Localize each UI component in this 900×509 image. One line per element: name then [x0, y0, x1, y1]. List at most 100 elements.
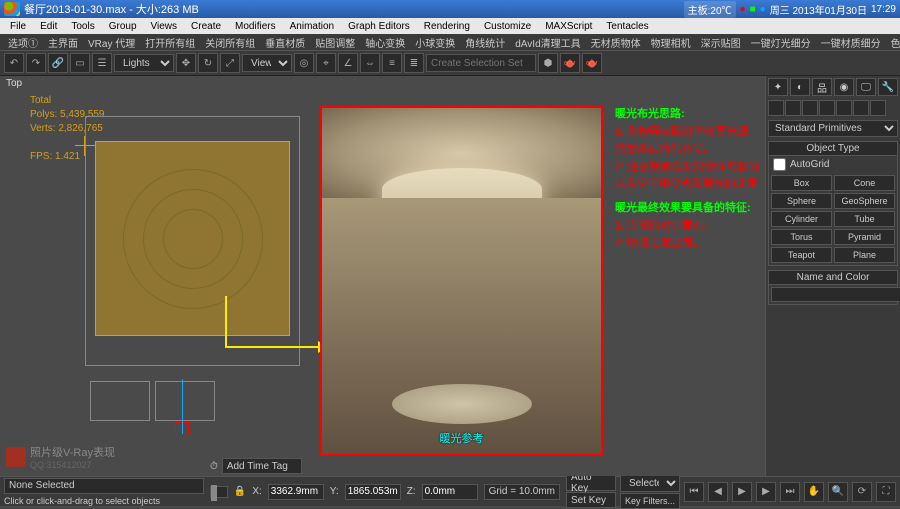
menu-maxscript[interactable]: MAXScript [539, 20, 598, 33]
material-editor-button[interactable]: ⬢ [538, 53, 558, 73]
spacewarps-icon[interactable] [853, 100, 869, 116]
hierarchy-tab[interactable]: 品 [812, 78, 832, 96]
next-frame-button[interactable]: ▶ [756, 482, 776, 502]
modify-tab[interactable]: ◐ [790, 78, 810, 96]
menu-group[interactable]: Group [103, 20, 143, 33]
cn-menu-item[interactable]: 深示贴图 [697, 34, 745, 51]
prev-frame-button[interactable]: ◀ [708, 482, 728, 502]
sphere-button[interactable]: Sphere [771, 193, 832, 209]
cn-menu-item[interactable]: 轴心变换 [361, 34, 409, 51]
cn-menu-item[interactable]: 一键材质细分 [817, 34, 885, 51]
snap-button[interactable]: ⌖ [316, 53, 336, 73]
goto-end-button[interactable]: ⏭ [780, 482, 800, 502]
timeline-slider[interactable] [210, 486, 228, 498]
utilities-tab[interactable]: 🔧 [878, 78, 898, 96]
pivot-button[interactable]: ◎ [294, 53, 314, 73]
select-button[interactable]: ▭ [70, 53, 90, 73]
cn-menu-item[interactable]: 物理相机 [647, 34, 695, 51]
mirror-button[interactable]: ⇔ [360, 53, 380, 73]
object-type-header[interactable]: Object Type [769, 142, 897, 156]
menu-modifiers[interactable]: Modifiers [229, 20, 282, 33]
pyramid-button[interactable]: Pyramid [834, 229, 895, 245]
key-target-dropdown[interactable]: Selected [620, 474, 680, 492]
cn-menu-item[interactable]: VRay 代理 [84, 34, 139, 51]
lock-icon[interactable]: 🔒 [234, 486, 246, 497]
key-filters-button[interactable]: Key Filters... [620, 493, 680, 509]
torus-button[interactable]: Torus [771, 229, 832, 245]
windows-start-button[interactable] [4, 2, 20, 16]
add-time-tag-button[interactable]: Add Time Tag [222, 458, 302, 474]
tray-icon[interactable]: ● [740, 4, 746, 15]
cn-menu-item[interactable]: 一键灯光细分 [747, 34, 815, 51]
category-dropdown[interactable]: Standard Primitives [768, 120, 898, 137]
named-sel-input[interactable] [426, 54, 536, 72]
autokey-button[interactable]: Auto Key [566, 475, 616, 491]
render-button[interactable]: 🫖 [582, 53, 602, 73]
cn-menu-item[interactable]: 无材质物体 [587, 34, 645, 51]
cn-menu-item[interactable]: 关闭所有组 [201, 34, 259, 51]
motion-tab[interactable]: ◉ [834, 78, 854, 96]
menu-rendering[interactable]: Rendering [418, 20, 476, 33]
tray-icon[interactable]: ● [760, 4, 766, 15]
geosphere-button[interactable]: GeoSphere [834, 193, 895, 209]
lights-icon[interactable] [802, 100, 818, 116]
tray-icon[interactable]: ■ [750, 4, 756, 15]
menu-customize[interactable]: Customize [478, 20, 537, 33]
angle-snap-button[interactable]: ∠ [338, 53, 358, 73]
create-tab[interactable]: ✦ [768, 78, 788, 96]
teapot-button[interactable]: Teapot [771, 247, 832, 263]
cn-menu-item[interactable]: 主界面 [44, 34, 82, 51]
orbit-button[interactable]: ⟳ [852, 482, 872, 502]
cn-menu-item[interactable]: 贴图调整 [311, 34, 359, 51]
coord-dropdown[interactable]: View [242, 54, 292, 72]
move-button[interactable]: ✥ [176, 53, 196, 73]
z-coord-input[interactable] [422, 484, 478, 500]
rotate-button[interactable]: ↻ [198, 53, 218, 73]
maximize-button[interactable]: ⛶ [876, 482, 896, 502]
menu-tools[interactable]: Tools [65, 20, 100, 33]
layer-button[interactable]: ≣ [404, 53, 424, 73]
menu-graph-editors[interactable]: Graph Editors [342, 20, 416, 33]
menu-file[interactable]: File [4, 20, 32, 33]
align-button[interactable]: ≡ [382, 53, 402, 73]
tube-button[interactable]: Tube [834, 211, 895, 227]
filter-dropdown[interactable]: Lights [114, 54, 174, 72]
undo-button[interactable]: ↶ [4, 53, 24, 73]
cn-menu-item[interactable]: 色块图 [887, 34, 900, 51]
menu-edit[interactable]: Edit [34, 20, 63, 33]
cn-menu-item[interactable]: 小球变换 [411, 34, 459, 51]
cn-menu-item[interactable]: 垂直材质 [261, 34, 309, 51]
helpers-icon[interactable] [836, 100, 852, 116]
link-button[interactable]: 🔗 [48, 53, 68, 73]
shapes-icon[interactable] [785, 100, 801, 116]
zoom-button[interactable]: 🔍 [828, 482, 848, 502]
plane-button[interactable]: Plane [834, 247, 895, 263]
menu-tentacles[interactable]: Tentacles [600, 20, 654, 33]
autogrid-checkbox[interactable] [773, 158, 786, 171]
play-button[interactable]: ▶ [732, 482, 752, 502]
menu-animation[interactable]: Animation [284, 20, 340, 33]
time-tag-icon[interactable]: ⏱ [210, 461, 218, 472]
cylinder-button[interactable]: Cylinder [771, 211, 832, 227]
cn-menu-item[interactable]: 角线统计 [461, 34, 509, 51]
cn-menu-item[interactable]: 打开所有组 [141, 34, 199, 51]
cn-menu-item[interactable]: dAvId清理工具 [511, 34, 584, 51]
x-coord-input[interactable] [268, 484, 324, 500]
geometry-icon[interactable] [768, 100, 784, 116]
render-setup-button[interactable]: 🫖 [560, 53, 580, 73]
object-name-input[interactable] [771, 287, 900, 302]
name-color-header[interactable]: Name and Color [769, 271, 897, 285]
goto-start-button[interactable]: ⏮ [684, 482, 704, 502]
pan-button[interactable]: ✋ [804, 482, 824, 502]
menu-create[interactable]: Create [185, 20, 227, 33]
cone-button[interactable]: Cone [834, 175, 895, 191]
scale-button[interactable]: ⤢ [220, 53, 240, 73]
box-button[interactable]: Box [771, 175, 832, 191]
systems-icon[interactable] [870, 100, 886, 116]
cameras-icon[interactable] [819, 100, 835, 116]
redo-button[interactable]: ↷ [26, 53, 46, 73]
select-name-button[interactable]: ☰ [92, 53, 112, 73]
cn-menu-item[interactable]: 选项① [4, 34, 42, 51]
display-tab[interactable]: 🖵 [856, 78, 876, 96]
y-coord-input[interactable] [345, 484, 401, 500]
